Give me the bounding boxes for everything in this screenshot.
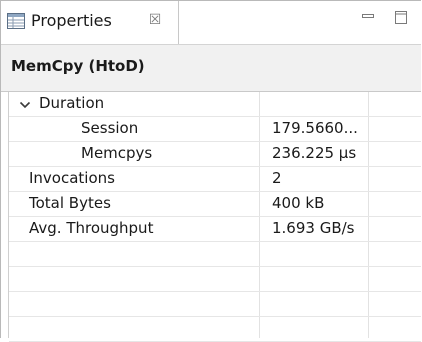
property-value: 179.5660... <box>272 119 358 137</box>
table-row[interactable] <box>9 267 421 292</box>
table-row[interactable] <box>9 242 421 267</box>
chevron-down-icon[interactable] <box>19 99 31 111</box>
tab-label: Properties <box>31 11 112 30</box>
maximize-icon[interactable] <box>393 9 409 25</box>
properties-table: Duration Session 179.5660... Memcpys 236.225… <box>1 92 421 342</box>
property-key: Session <box>81 119 139 137</box>
property-key: Avg. Throughput <box>29 219 154 237</box>
property-value: 236.225 µs <box>272 144 357 162</box>
close-icon[interactable]: ☒ <box>147 12 163 28</box>
property-key: Duration <box>39 94 105 112</box>
table-row[interactable]: Session 179.5660... <box>9 117 421 142</box>
property-key: Total Bytes <box>29 194 111 212</box>
page-title: MemCpy (HtoD) <box>11 57 145 75</box>
table-row[interactable]: Duration <box>9 92 421 117</box>
table-row[interactable] <box>9 292 421 317</box>
view-tab-bar: Properties ☒ <box>1 1 421 45</box>
tab-properties[interactable]: Properties ☒ <box>1 1 179 44</box>
table-row[interactable] <box>9 317 421 342</box>
property-value: 2 <box>272 169 282 187</box>
minimize-icon[interactable] <box>360 9 376 25</box>
property-value: 400 kB <box>272 194 325 212</box>
property-key: Memcpys <box>81 144 153 162</box>
selection-header: MemCpy (HtoD) <box>1 45 421 92</box>
table-row[interactable]: Total Bytes 400 kB <box>9 192 421 217</box>
properties-table-icon <box>7 13 25 29</box>
property-value: 1.693 GB/s <box>272 219 355 237</box>
table-row[interactable]: Avg. Throughput 1.693 GB/s <box>9 217 421 242</box>
table-row[interactable]: Invocations 2 <box>9 167 421 192</box>
table-row[interactable]: Memcpys 236.225 µs <box>9 142 421 167</box>
property-key: Invocations <box>29 169 115 187</box>
